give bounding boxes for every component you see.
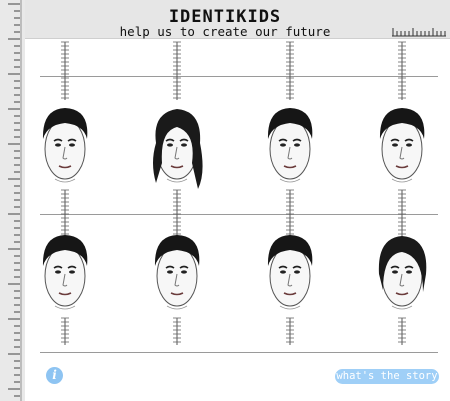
info-button[interactable]: i — [46, 367, 63, 384]
face-portrait-icon — [379, 108, 425, 183]
page-subtitle: help us to create our future — [119, 24, 331, 39]
face-portrait-icon — [154, 235, 200, 310]
face-3[interactable] — [259, 103, 321, 193]
face-7[interactable] — [259, 230, 321, 320]
face-4[interactable] — [371, 103, 433, 193]
face-portrait-icon — [267, 235, 313, 310]
divider-line — [40, 214, 438, 215]
mini-ruler-icon — [392, 28, 446, 37]
face-grid — [0, 0, 450, 401]
face-portrait-icon — [267, 108, 313, 183]
left-ruler — [0, 0, 25, 401]
face-portrait-icon — [378, 236, 427, 310]
column-tick-rulers — [61, 41, 406, 345]
face-6[interactable] — [146, 230, 208, 320]
whats-the-story-button[interactable]: what's the story — [335, 369, 439, 384]
face-5[interactable] — [34, 230, 96, 320]
face-portrait-icon — [153, 109, 203, 189]
left-ruler-ticks — [8, 0, 22, 401]
divider-line — [40, 352, 438, 353]
face-1[interactable] — [34, 103, 96, 193]
face-portrait-icon — [42, 108, 88, 183]
face-2[interactable] — [146, 103, 208, 193]
face-8[interactable] — [371, 230, 433, 320]
divider-line — [40, 76, 438, 77]
face-portrait-icon — [42, 235, 88, 310]
